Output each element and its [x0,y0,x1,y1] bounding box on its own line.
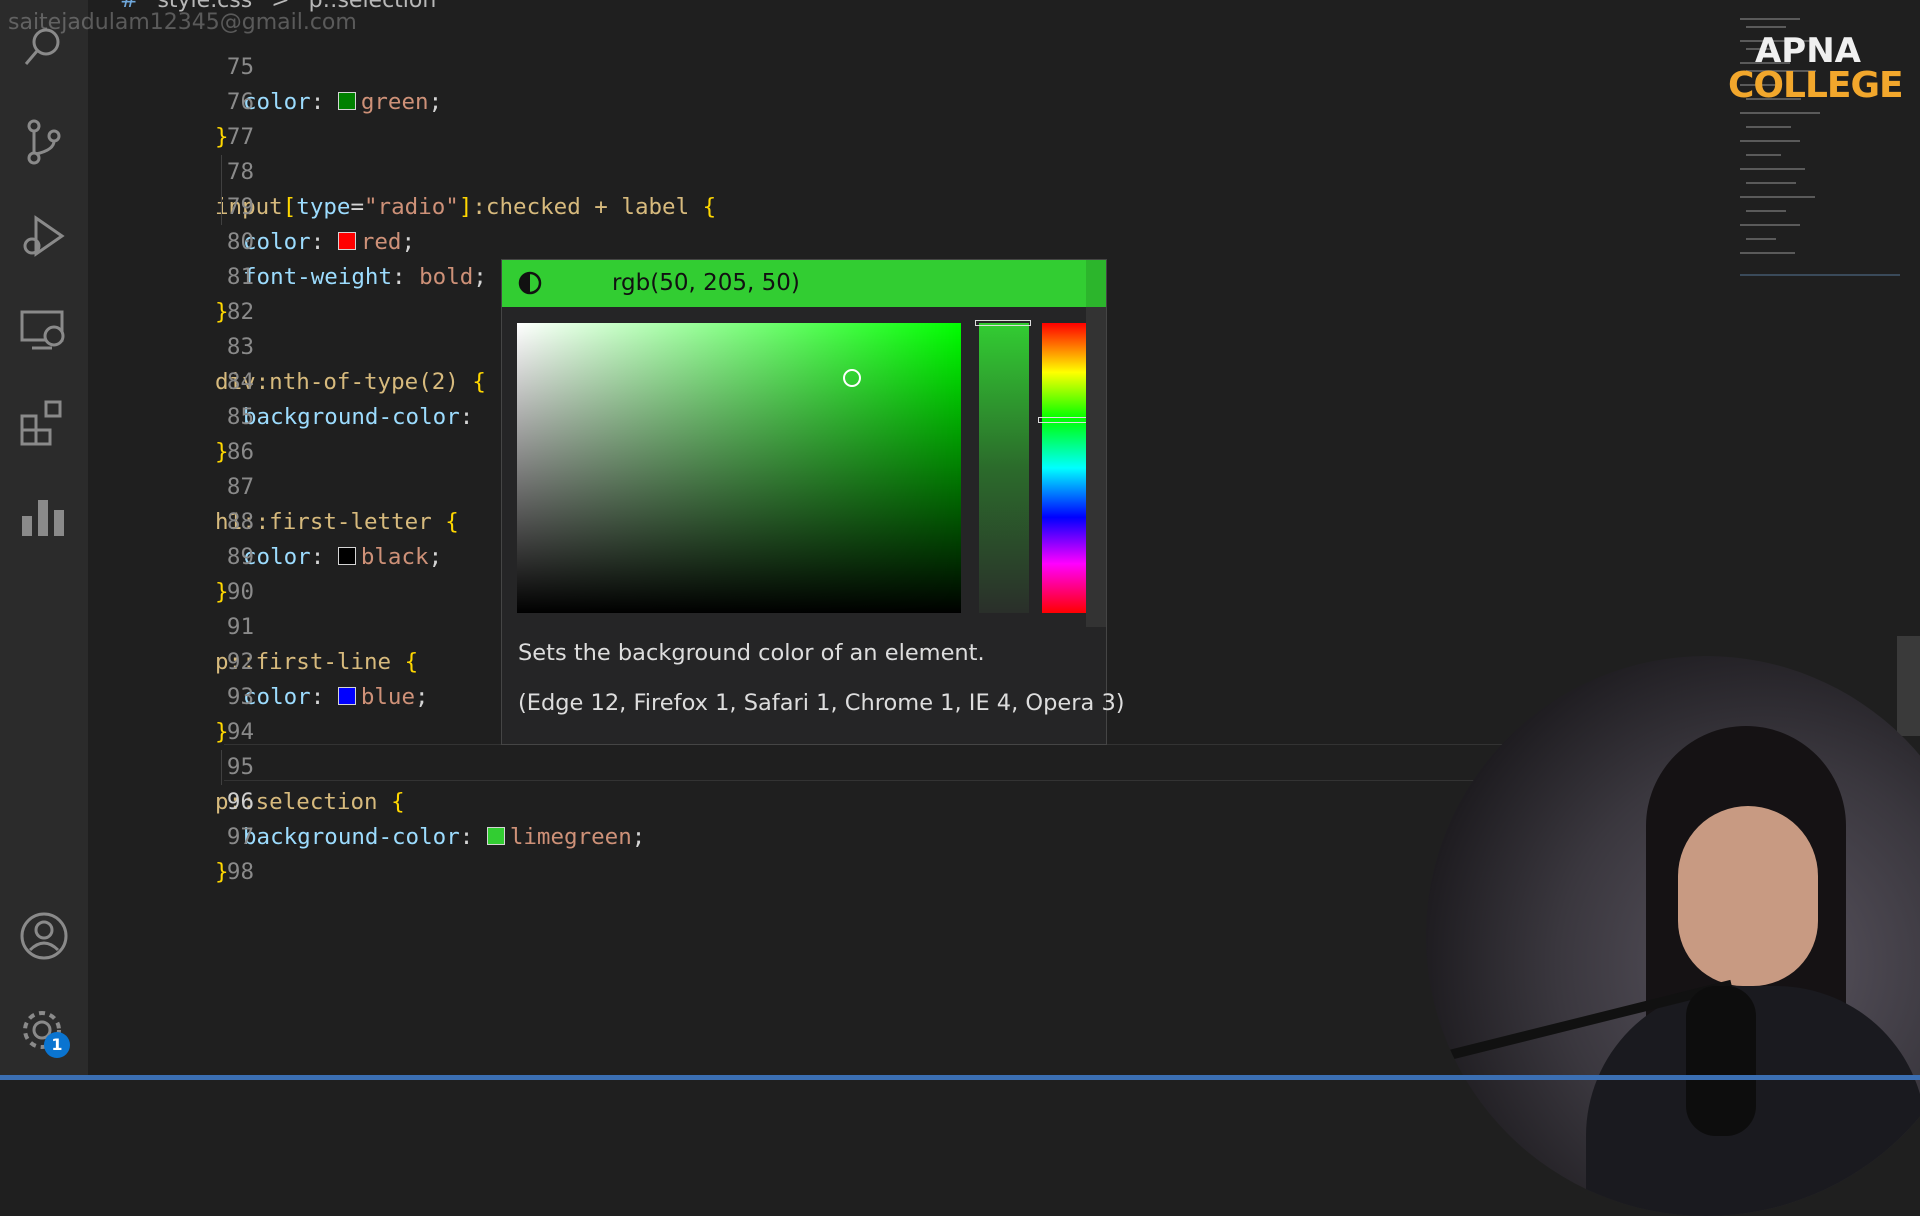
property-description: Sets the background color of an element. [518,640,985,666]
saturation-box[interactable] [517,323,961,613]
indent-guide [221,155,222,225]
code-line[interactable]: 78 input[type="radio"]:checked + label { [88,120,1488,220]
code-line[interactable]: 96 background-color: limegreen; [88,750,1488,850]
code-line[interactable]: 75 color: green; [88,15,1488,115]
editor-scrollbar[interactable] [1897,636,1920,736]
contrast-toggle-icon[interactable] [518,271,542,295]
apna-college-logo: APNA COLLEGE [1728,31,1904,106]
logo-line-2: COLLEGE [1728,65,1904,106]
code-line[interactable]: 81 } [88,225,1488,325]
account-icon[interactable] [18,910,70,962]
code-line[interactable]: 77 [88,85,1488,150]
code-line[interactable]: 79 color: red; [88,155,1488,255]
hover-scrollbar[interactable] [1086,307,1106,627]
code-line[interactable]: 80 font-weight: bold; [88,190,1488,290]
code-line[interactable]: 76 } [88,50,1488,150]
logo-line-1: APNA [1754,31,1861,71]
source-control-icon[interactable] [18,116,70,168]
run-debug-icon[interactable] [18,210,70,262]
color-picker-header[interactable]: rgb(50, 205, 50) [502,260,1106,307]
color-picker-hover[interactable]: rgb(50, 205, 50) Sets the background col… [501,259,1125,745]
extensions-icon[interactable] [18,396,70,448]
line-number: 98 [226,859,254,885]
opacity-strip[interactable] [975,320,1031,613]
indent-guide [221,750,222,785]
settings-badge: 1 [44,1032,70,1058]
activity-bar: 1 [0,0,88,1080]
saturation-handle[interactable] [843,369,861,387]
color-value-text[interactable]: rgb(50, 205, 50) [612,260,932,307]
chart-icon[interactable] [18,490,70,542]
opacity-slider[interactable] [975,320,1031,326]
status-bar [0,1075,1920,1080]
remote-explorer-icon[interactable] [18,304,70,356]
hue-strip[interactable] [1038,323,1094,613]
code-line[interactable]: 97 } [88,785,1488,885]
original-color-swatch[interactable] [1086,260,1106,307]
code-line[interactable]: 98 [88,820,1488,885]
browser-compat: (Edge 12, Firefox 1, Safari 1, Chrome 1,… [518,690,1125,716]
